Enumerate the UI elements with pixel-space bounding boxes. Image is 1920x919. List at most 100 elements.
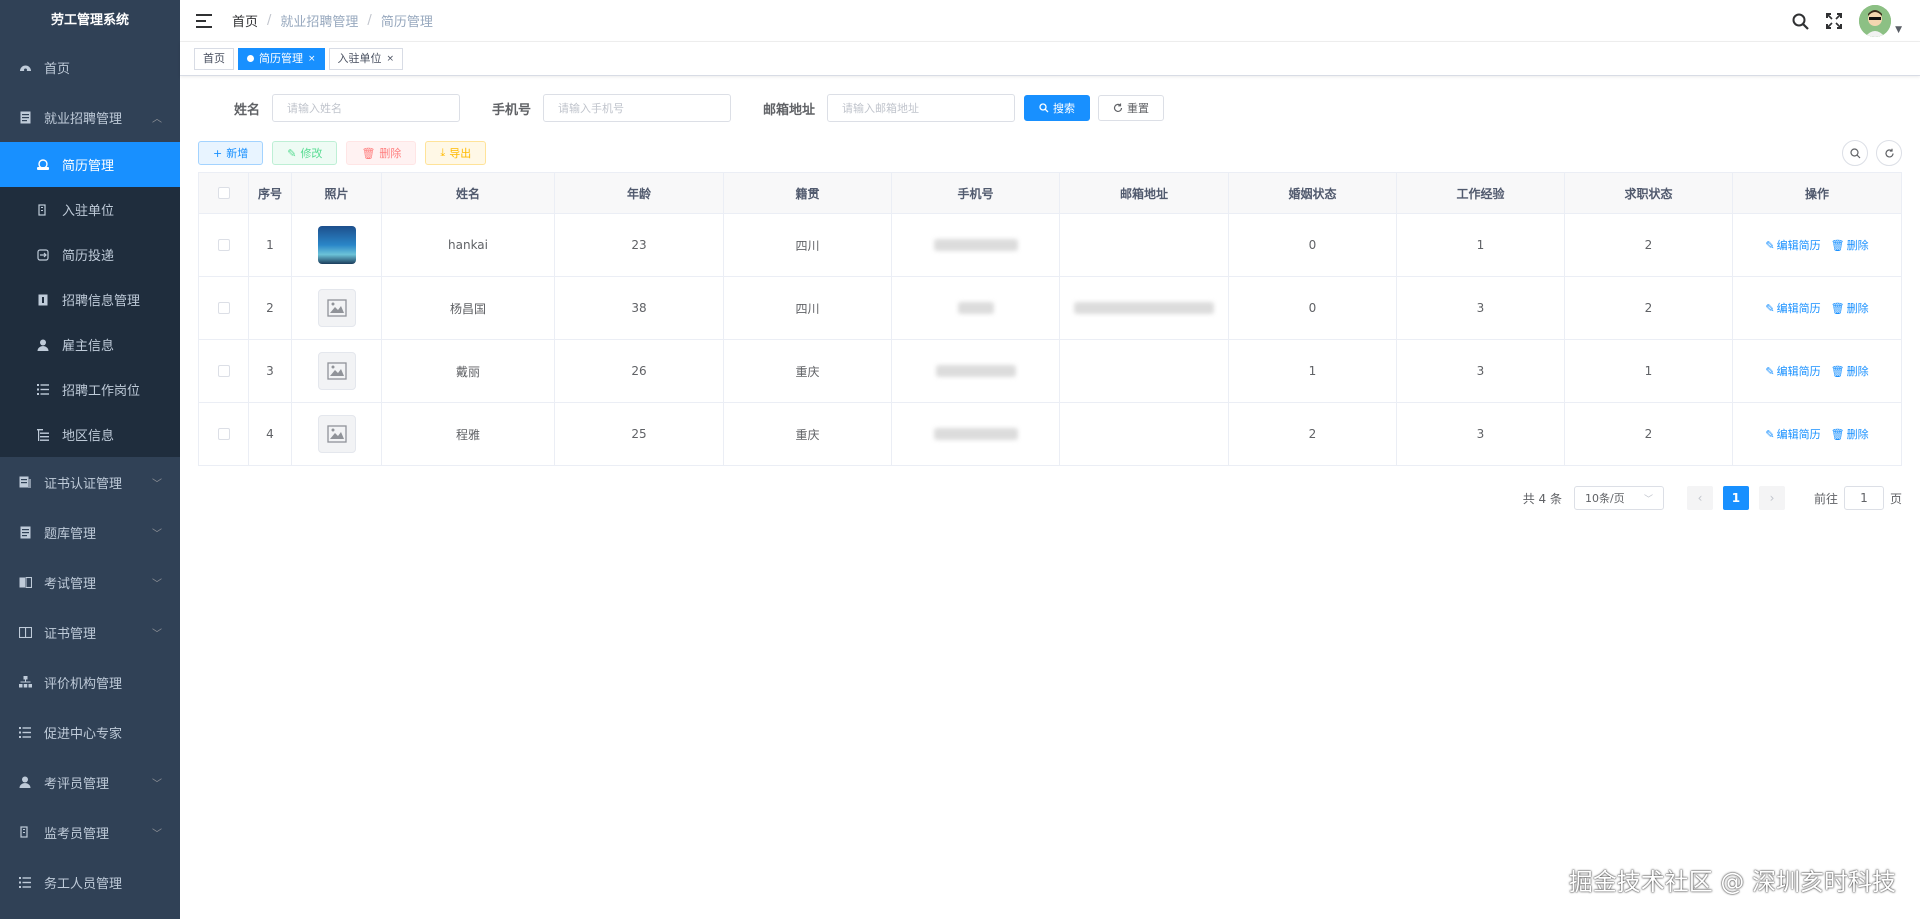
sidebar-item-employer[interactable]: 雇主信息 [0,322,180,367]
sidebar: 劳工管理系统 首页 就业招聘管理 ︿ 简历管理 入驻单位 简历投递 招聘信息管理… [0,0,180,919]
edit-resume-link[interactable]: ✎ 编辑简历 [1765,426,1820,442]
sidebar-item-cert-auth[interactable]: 证书认证管理 ﹀ [0,457,180,507]
page-size-select[interactable]: 10条/页 ﹀ [1573,486,1664,510]
column-header: 求职状态 [1565,173,1733,213]
document-icon [18,110,32,124]
table-row[interactable]: 4 程雅 25 重庆 2 3 2 ✎ 编辑简历 🗑 删除 [199,403,1901,466]
sidebar-item-evaluator[interactable]: 考评员管理 ﹀ [0,757,180,807]
sidebar-item-enterprise[interactable]: 入驻单位 [0,187,180,232]
avatar[interactable] [1859,5,1892,37]
edit-resume-link[interactable]: ✎ 编辑简历 [1765,363,1820,379]
goto-page-input[interactable]: 1 [1843,486,1884,510]
toggle-search-button[interactable] [1842,140,1868,166]
delete-link[interactable]: 🗑 删除 [1831,300,1869,316]
sidebar-item-recruit-info[interactable]: 招聘信息管理 [0,277,180,322]
next-page-button[interactable]: › [1758,486,1785,510]
sidebar-item-eval-org[interactable]: 评价机构管理 [0,657,180,707]
tag-home[interactable]: 首页 [194,47,234,70]
close-icon[interactable]: × [308,49,316,69]
search-button[interactable]: 搜索 [1024,95,1091,121]
certificate-icon [18,475,32,489]
table-row[interactable]: 3 戴丽 26 重庆 1 3 1 ✎ 编辑简历 🗑 删除 [199,340,1901,403]
edit-resume-link[interactable]: ✎ 编辑简历 [1765,237,1820,253]
job-status-cell: 2 [1565,277,1733,339]
sidebar-item-workers[interactable]: 务工人员管理 [0,857,180,907]
goto-label: 前往 [1813,491,1838,506]
sidebar-item-recruitment[interactable]: 就业招聘管理 ︿ [0,92,180,142]
image-placeholder-icon[interactable] [317,415,356,453]
delete-link[interactable]: 🗑 删除 [1831,363,1869,379]
breadcrumb-current: 简历管理 [380,15,433,30]
hamburger-icon[interactable] [196,13,212,28]
row-checkbox[interactable] [217,239,230,251]
delete-link[interactable]: 🗑 删除 [1831,237,1869,253]
sidebar-item-label: 就业招聘管理 [44,111,123,127]
edit-button[interactable]: ✎ 修改 [272,141,338,165]
sidebar-item-experts[interactable]: 促进中心专家 [0,707,180,757]
sidebar-item-exam[interactable]: 考试管理 ﹀ [0,557,180,607]
image-placeholder-icon[interactable] [317,289,356,327]
email-input[interactable]: 请输入邮箱地址 [827,94,1016,122]
chevron-up-icon: ︿ [152,113,162,125]
email-cell [1060,214,1229,276]
sidebar-item-resume[interactable]: 简历管理 [0,142,180,187]
experience-cell: 3 [1397,403,1565,465]
row-checkbox[interactable] [217,365,230,377]
name-input[interactable]: 请输入姓名 [272,94,461,122]
sidebar-item-region[interactable]: 地区信息 [0,412,180,457]
image-placeholder-icon[interactable] [317,352,356,390]
edit-resume-link[interactable]: ✎ 编辑简历 [1765,300,1820,316]
breadcrumb-home[interactable]: 首页 [232,11,258,30]
search-icon[interactable] [1791,12,1809,30]
sidebar-item-label: 雇主信息 [62,339,115,354]
sidebar-item-label: 招聘工作岗位 [62,384,141,399]
tag-enterprise[interactable]: 入驻单位 × [328,47,404,70]
caret-down-icon[interactable]: ▼ [1895,25,1902,35]
delete-link[interactable]: 🗑 删除 [1831,426,1869,442]
export-button[interactable]: ⤓ 导出 [425,141,487,165]
prev-page-button[interactable]: ‹ [1686,486,1713,510]
sidebar-item-resume-delivery[interactable]: 简历投递 [0,232,180,277]
refresh-table-button[interactable] [1876,140,1902,166]
tag-resume[interactable]: 简历管理 × [238,47,325,70]
page-size-value: 10条/页 [1584,492,1625,505]
fullscreen-icon[interactable] [1825,12,1843,30]
list-icon [18,875,32,889]
sidebar-item-cert-manage[interactable]: 证书管理 ﹀ [0,607,180,657]
phone-label: 手机号 [492,102,532,118]
sidebar-item-job-positions[interactable]: 招聘工作岗位 [0,367,180,412]
row-checkbox[interactable] [217,302,230,314]
name-cell: 戴丽 [382,340,555,402]
phone-cell [892,340,1060,402]
sidebar-item-invigilator[interactable]: 监考员管理 ﹀ [0,807,180,857]
trash-icon: 🗑 [361,146,376,160]
goto-suffix: 页 [1889,491,1902,506]
pencil-icon: ✎ [1765,427,1775,441]
photo-cell [292,403,382,465]
row-checkbox[interactable] [217,428,230,440]
sidebar-item-question-bank[interactable]: 题库管理 ﹀ [0,507,180,557]
tree-icon [36,428,50,442]
table-row[interactable]: 2 杨昌国 38 四川 0 3 2 ✎ 编辑简历 🗑 删除 [199,277,1901,340]
reset-button[interactable]: 重置 [1098,95,1165,121]
select-all-checkbox[interactable] [217,187,230,199]
row-select-cell [199,214,249,276]
name-label: 姓名 [234,102,261,118]
user-icon [36,338,50,352]
photo-thumbnail[interactable] [317,226,356,264]
page-number[interactable]: 1 [1722,486,1749,510]
add-button[interactable]: + 新增 [198,141,264,165]
edit-resume-label: 编辑简历 [1776,365,1821,378]
column-header: 操作 [1733,173,1901,213]
delete-label: 删除 [1846,302,1869,315]
close-icon[interactable]: × [387,49,395,69]
email-label: 邮箱地址 [763,102,816,118]
delete-button[interactable]: 🗑 删除 [346,141,417,165]
tag-label: 入驻单位 [337,51,382,65]
phone-input[interactable]: 请输入手机号 [543,94,732,122]
row-select-cell [199,277,249,339]
experience-cell: 3 [1397,277,1565,339]
sidebar-item-home[interactable]: 首页 [0,42,180,92]
edit-resume-label: 编辑简历 [1776,428,1821,441]
table-row[interactable]: 1 hankai 23 四川 0 1 2 ✎ 编辑简历 🗑 删除 [199,214,1901,277]
